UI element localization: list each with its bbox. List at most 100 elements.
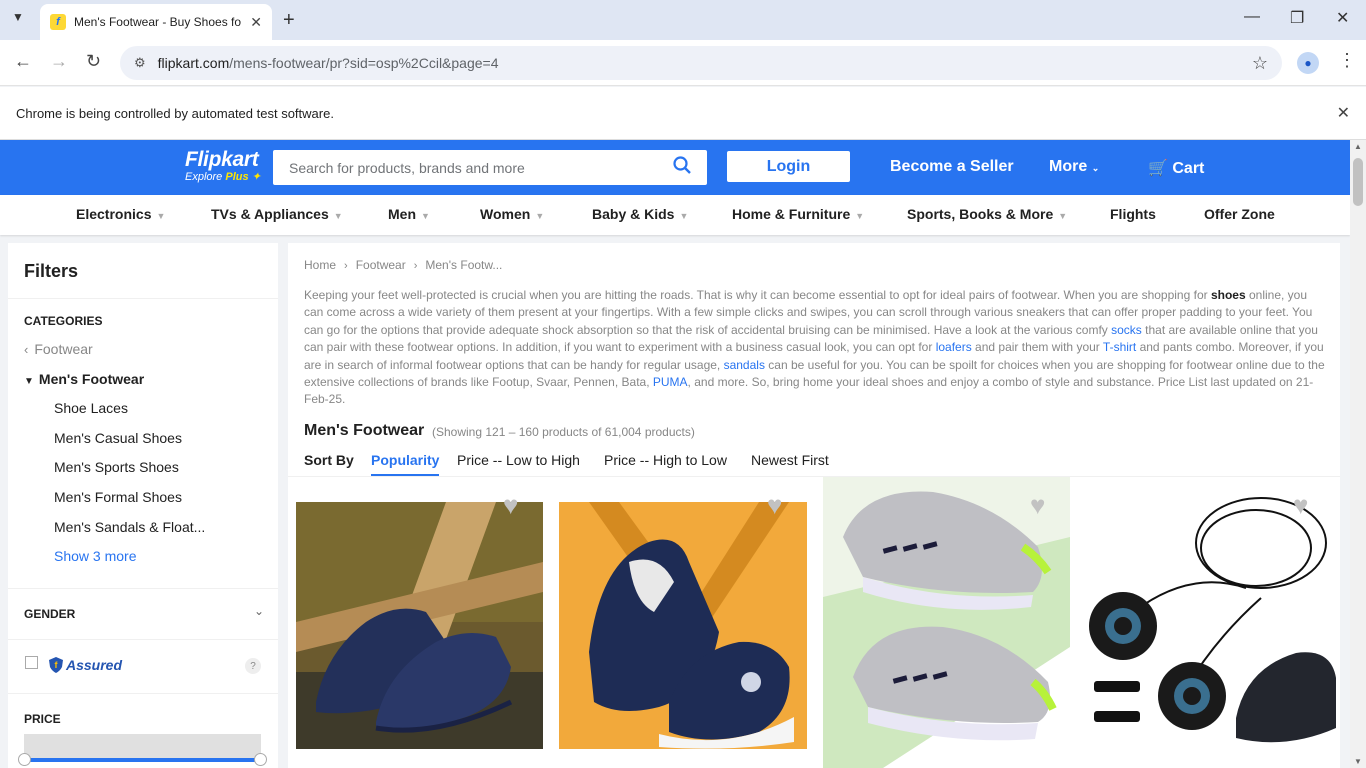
gender-heading[interactable]: GENDER bbox=[24, 607, 75, 621]
nav-label: Sports, Books & More bbox=[907, 206, 1054, 222]
more-menu[interactable]: More ⌄ bbox=[1049, 158, 1099, 176]
chevron-down-icon: ▼ bbox=[855, 211, 865, 221]
reload-icon[interactable]: ↻ bbox=[86, 51, 101, 72]
nav-item-men[interactable]: Men ▼ bbox=[388, 206, 430, 222]
chevron-right-icon: › bbox=[413, 260, 418, 272]
logo-text: Flipkart bbox=[185, 148, 259, 171]
price-slider-track[interactable] bbox=[24, 758, 261, 762]
sort-by-label: Sort By bbox=[304, 452, 354, 468]
desc-link-tshirt[interactable]: T-shirt bbox=[1103, 340, 1136, 354]
bookmark-star-icon[interactable]: ☆ bbox=[1252, 53, 1268, 74]
search-placeholder: Search for products, brands and more bbox=[289, 159, 525, 176]
plus-star-icon: ✦ bbox=[251, 171, 261, 183]
tab-search-chevron-icon[interactable]: ▼ bbox=[12, 10, 24, 24]
scroll-up-arrow-icon[interactable]: ▲ bbox=[1354, 142, 1362, 151]
address-bar[interactable]: ⚙ flipkart.com/mens-footwear/pr?sid=osp%… bbox=[120, 46, 1282, 80]
assured-badge: f Assured bbox=[48, 656, 122, 674]
nav-item-tvs-appliances[interactable]: TVs & Appliances ▼ bbox=[211, 206, 343, 222]
product-count: (Showing 121 – 160 products of 61,004 pr… bbox=[432, 425, 695, 439]
breadcrumb-footwear[interactable]: Footwear bbox=[356, 258, 406, 272]
scroll-down-arrow-icon[interactable]: ▼ bbox=[1354, 757, 1362, 766]
infobar-close-icon[interactable]: ✕ bbox=[1337, 103, 1350, 123]
desc-link-loafers[interactable]: loafers bbox=[936, 340, 972, 354]
flipkart-logo[interactable]: Flipkart Explore Plus ✦ bbox=[185, 148, 261, 183]
site-info-icon[interactable]: ⚙ bbox=[134, 55, 146, 71]
infobar-text: Chrome is being controlled by automated … bbox=[16, 105, 334, 121]
restore-icon[interactable]: ❐ bbox=[1290, 8, 1304, 28]
wishlist-heart-icon[interactable]: ♥ bbox=[767, 492, 782, 518]
nav-item-flights[interactable]: Flights bbox=[1110, 206, 1156, 222]
chevron-down-icon[interactable]: ⌄ bbox=[254, 604, 264, 618]
category-current-label: Men's Footwear bbox=[38, 371, 145, 387]
product-image-1[interactable] bbox=[296, 502, 543, 749]
new-tab-plus-icon[interactable]: + bbox=[283, 9, 295, 32]
divider bbox=[8, 588, 278, 589]
help-question-icon[interactable]: ? bbox=[245, 658, 261, 674]
nav-label: Flights bbox=[1110, 206, 1156, 222]
nav-item-women[interactable]: Women ▼ bbox=[480, 206, 544, 222]
chevron-down-icon: ▼ bbox=[24, 376, 34, 387]
scrollbar-thumb[interactable] bbox=[1353, 158, 1363, 206]
nav-item-home-furniture[interactable]: Home & Furniture ▼ bbox=[732, 206, 864, 222]
show-more-link[interactable]: Show 3 more bbox=[54, 548, 136, 564]
become-seller-link[interactable]: Become a Seller bbox=[890, 158, 1014, 176]
window-close-icon[interactable]: ✕ bbox=[1336, 8, 1349, 28]
cart-icon: 🛒 bbox=[1148, 160, 1168, 177]
subcategory-casual-shoes[interactable]: Men's Casual Shoes bbox=[54, 430, 182, 446]
browser-toolbar: ← → ↻ ⚙ flipkart.com/mens-footwear/pr?si… bbox=[0, 40, 1366, 86]
automation-infobar: Chrome is being controlled by automated … bbox=[0, 87, 1366, 140]
logo-tagline-plus: Plus bbox=[225, 171, 249, 183]
price-slider-min-handle[interactable] bbox=[18, 753, 31, 766]
search-icon[interactable] bbox=[673, 156, 691, 179]
back-arrow-icon[interactable]: ← bbox=[14, 51, 32, 72]
sort-popularity[interactable]: Popularity bbox=[371, 452, 440, 476]
assured-checkbox[interactable] bbox=[25, 656, 38, 669]
desc-link-sandals[interactable]: sandals bbox=[724, 358, 765, 372]
minimize-icon[interactable]: — bbox=[1244, 8, 1260, 26]
login-button[interactable]: Login bbox=[727, 151, 850, 182]
site-header: Flipkart Explore Plus ✦ Search for produ… bbox=[0, 140, 1366, 195]
assured-label: Assured bbox=[66, 657, 123, 673]
nav-item-sports-books[interactable]: Sports, Books & More ▼ bbox=[907, 206, 1067, 222]
product-image-3[interactable] bbox=[823, 477, 1070, 768]
subcategory-formal-shoes[interactable]: Men's Formal Shoes bbox=[54, 489, 182, 505]
forward-arrow-icon[interactable]: → bbox=[50, 51, 68, 72]
sort-price-high-low[interactable]: Price -- High to Low bbox=[604, 452, 727, 468]
desc-link-puma[interactable]: PUMA bbox=[653, 375, 688, 389]
chevron-down-icon: ▼ bbox=[333, 211, 343, 221]
sort-price-low-high[interactable]: Price -- Low to High bbox=[457, 452, 580, 468]
nav-item-baby-kids[interactable]: Baby & Kids ▼ bbox=[592, 206, 688, 222]
flipkart-favicon-icon: f bbox=[50, 14, 66, 30]
product-image-2[interactable] bbox=[559, 502, 807, 749]
product-listing: Home › Footwear › Men's Footw... Keeping you… bbox=[288, 243, 1340, 768]
category-current[interactable]: ▼ Men's Footwear bbox=[24, 371, 144, 389]
search-input[interactable]: Search for products, brands and more bbox=[273, 150, 707, 185]
category-parent-footwear[interactable]: ‹ Footwear bbox=[24, 341, 93, 359]
wishlist-heart-icon[interactable]: ♥ bbox=[1293, 492, 1308, 518]
subcategory-shoe-laces[interactable]: Shoe Laces bbox=[54, 400, 128, 416]
product-image-4[interactable] bbox=[1086, 488, 1338, 758]
nav-label: Home & Furniture bbox=[732, 206, 851, 222]
price-histogram bbox=[24, 734, 261, 760]
wishlist-heart-icon[interactable]: ♥ bbox=[503, 492, 518, 518]
breadcrumb-home[interactable]: Home bbox=[304, 258, 336, 272]
price-slider-max-handle[interactable] bbox=[254, 753, 267, 766]
nav-item-offer-zone[interactable]: Offer Zone bbox=[1204, 206, 1275, 222]
tab-close-icon[interactable]: ✕ bbox=[250, 14, 262, 31]
nav-item-electronics[interactable]: Electronics ▼ bbox=[76, 206, 165, 222]
profile-avatar-icon[interactable]: ● bbox=[1297, 52, 1319, 74]
browser-tab-strip: ▼ f Men's Footwear - Buy Shoes fo ✕ + — … bbox=[0, 0, 1366, 40]
page-title: Men's Footwear bbox=[304, 422, 425, 439]
wishlist-heart-icon[interactable]: ♥ bbox=[1030, 492, 1045, 518]
subcategory-sports-shoes[interactable]: Men's Sports Shoes bbox=[54, 459, 179, 475]
subcategory-sandals-floaters[interactable]: Men's Sandals & Float... bbox=[54, 519, 205, 535]
browser-tab[interactable]: f Men's Footwear - Buy Shoes fo ✕ bbox=[40, 4, 272, 40]
divider bbox=[288, 476, 1340, 477]
breadcrumb-current: Men's Footw... bbox=[425, 258, 503, 272]
browser-menu-icon[interactable]: ⋮ bbox=[1338, 50, 1356, 71]
sort-newest-first[interactable]: Newest First bbox=[751, 452, 829, 468]
chevron-down-icon: ▼ bbox=[1058, 211, 1068, 221]
cart-link[interactable]: 🛒 Cart bbox=[1148, 158, 1204, 178]
page-scrollbar[interactable]: ▲ ▼ bbox=[1350, 140, 1366, 768]
desc-link-socks[interactable]: socks bbox=[1111, 323, 1142, 337]
